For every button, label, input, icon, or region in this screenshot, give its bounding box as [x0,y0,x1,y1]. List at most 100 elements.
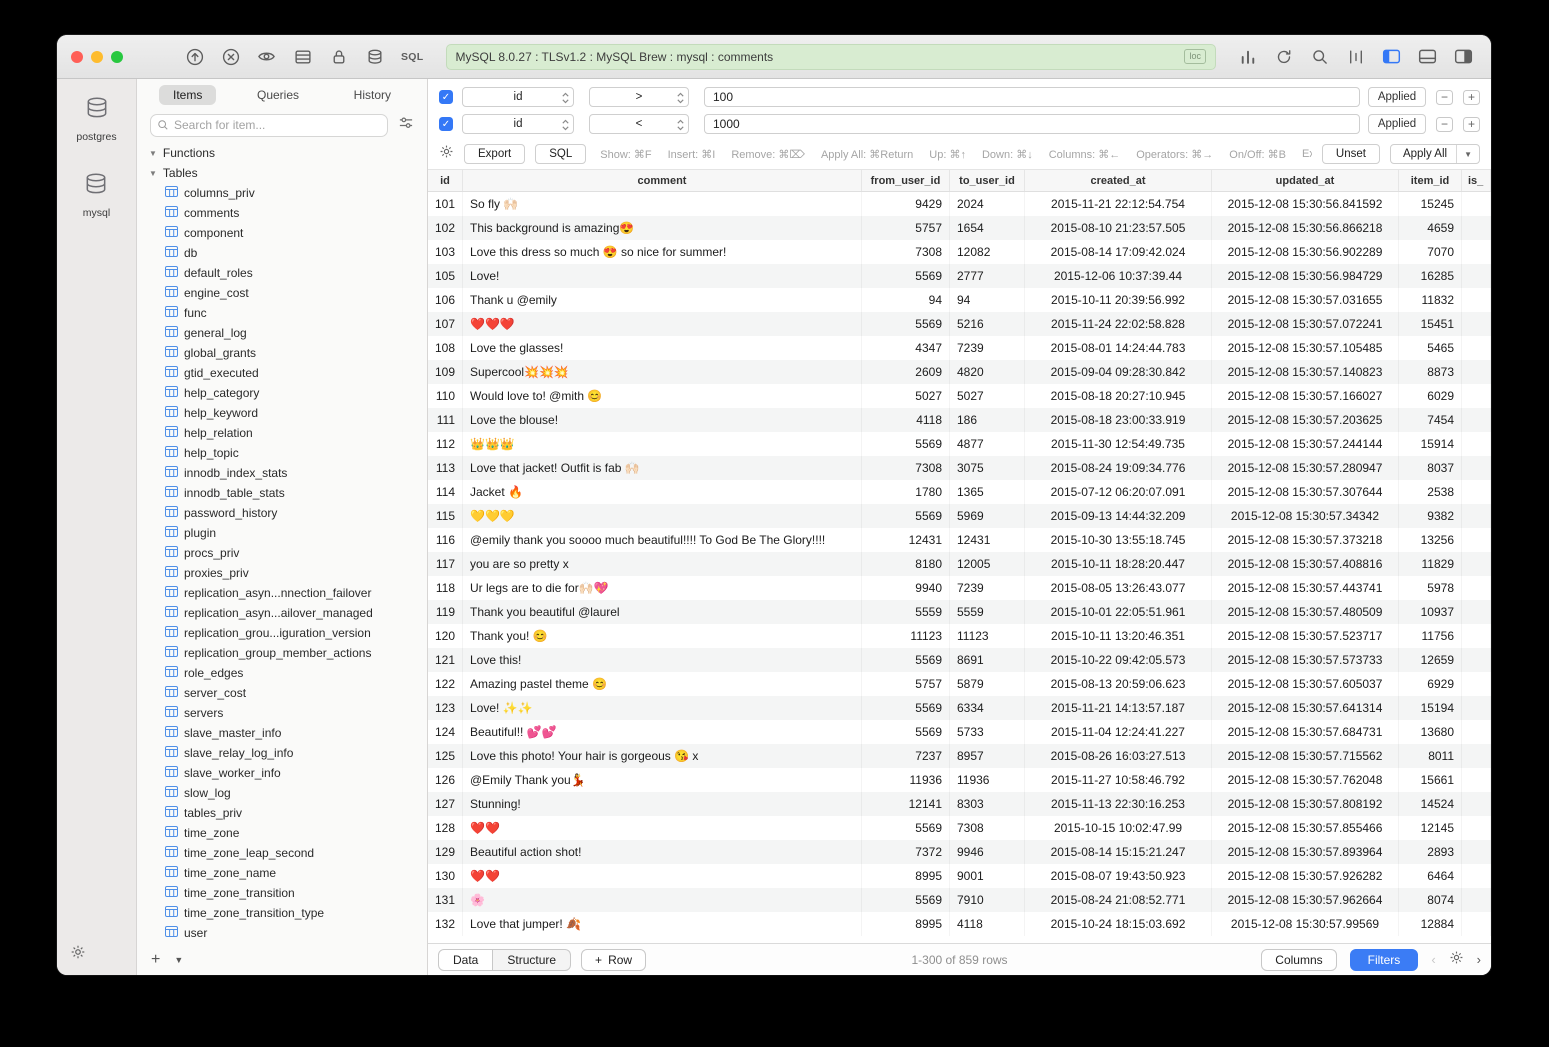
cell-comment[interactable]: 💛💛💛 [463,504,862,528]
cell-from_user_id[interactable]: 5569 [862,816,950,840]
cell-comment[interactable]: Supercool💥💥💥 [463,360,862,384]
cell-updated_at[interactable]: 2015-12-08 15:30:57.244144 [1212,432,1399,456]
toggle-bottom-panel-icon[interactable] [1418,47,1437,66]
cell-updated_at[interactable]: 2015-12-08 15:30:57.34342 [1212,504,1399,528]
cell-from_user_id[interactable]: 11123 [862,624,950,648]
table-row[interactable]: 130❤️❤️899590012015-08-07 19:43:50.92320… [428,864,1491,888]
rows-view-icon[interactable] [293,47,312,66]
database-icon[interactable] [365,47,384,66]
cell-item_id[interactable]: 11756 [1399,624,1462,648]
data-tab-button[interactable]: Data [438,949,493,971]
cell-id[interactable]: 108 [428,336,463,360]
cell-to_user_id[interactable]: 5879 [950,672,1025,696]
sidebar-table-component[interactable]: component [137,223,427,243]
cell-created_at[interactable]: 2015-10-24 18:15:03.692 [1025,912,1212,936]
sidebar-table-password_history[interactable]: password_history [137,503,427,523]
columns-button[interactable]: Columns [1261,949,1336,971]
cell-updated_at[interactable]: 2015-12-08 15:30:57.166027 [1212,384,1399,408]
cell-is_[interactable] [1462,744,1491,768]
cell-updated_at[interactable]: 2015-12-08 15:30:57.762048 [1212,768,1399,792]
cell-item_id[interactable]: 13256 [1399,528,1462,552]
table-row[interactable]: 110Would love to! @mith 😊502750272015-08… [428,384,1491,408]
cell-created_at[interactable]: 2015-08-01 14:24:44.783 [1025,336,1212,360]
cell-created_at[interactable]: 2015-09-04 09:28:30.842 [1025,360,1212,384]
cell-id[interactable]: 115 [428,504,463,528]
filter-applied-button[interactable]: Applied [1368,87,1426,107]
cell-to_user_id[interactable]: 9946 [950,840,1025,864]
cell-to_user_id[interactable]: 3075 [950,456,1025,480]
table-row[interactable]: 116@emily thank you soooo much beautiful… [428,528,1491,552]
table-row[interactable]: 122Amazing pastel theme 😊575758792015-08… [428,672,1491,696]
cell-from_user_id[interactable]: 2609 [862,360,950,384]
cell-is_[interactable] [1462,792,1491,816]
cell-is_[interactable] [1462,912,1491,936]
cell-created_at[interactable]: 2015-12-06 10:37:39.44 [1025,264,1212,288]
table-row[interactable]: 125Love this photo! Your hair is gorgeou… [428,744,1491,768]
cell-created_at[interactable]: 2015-10-22 09:42:05.573 [1025,648,1212,672]
cell-comment[interactable]: Love this dress so much 😍 so nice for su… [463,240,862,264]
cell-created_at[interactable]: 2015-10-15 10:02:47.99 [1025,816,1212,840]
table-row[interactable]: 109Supercool💥💥💥260948202015-09-04 09:28:… [428,360,1491,384]
cell-comment[interactable]: Love! [463,264,862,288]
attach-connection-icon[interactable] [185,47,204,66]
cell-is_[interactable] [1462,528,1491,552]
cell-from_user_id[interactable]: 9429 [862,192,950,216]
cell-item_id[interactable]: 4659 [1399,216,1462,240]
disconnect-icon[interactable] [221,47,240,66]
column-header-from_user_id[interactable]: from_user_id [862,170,950,191]
cell-created_at[interactable]: 2015-11-24 22:02:58.828 [1025,312,1212,336]
cell-is_[interactable] [1462,648,1491,672]
cell-item_id[interactable]: 6464 [1399,864,1462,888]
item-search-box[interactable] [150,114,388,137]
cell-id[interactable]: 122 [428,672,463,696]
table-row[interactable]: 129Beautiful action shot!737299462015-08… [428,840,1491,864]
cell-from_user_id[interactable]: 5569 [862,312,950,336]
cell-item_id[interactable]: 15661 [1399,768,1462,792]
table-row[interactable]: 117you are so pretty x8180120052015-10-1… [428,552,1491,576]
column-header-item_id[interactable]: item_id [1399,170,1462,191]
cell-from_user_id[interactable]: 5569 [862,648,950,672]
filter-applied-button[interactable]: Applied [1368,114,1426,134]
cell-id[interactable]: 124 [428,720,463,744]
cell-from_user_id[interactable]: 12431 [862,528,950,552]
column-header-id[interactable]: id [428,170,463,191]
cell-comment[interactable]: ❤️❤️ [463,816,862,840]
cell-created_at[interactable]: 2015-08-07 19:43:50.923 [1025,864,1212,888]
cell-id[interactable]: 125 [428,744,463,768]
cell-id[interactable]: 132 [428,912,463,936]
cell-item_id[interactable]: 13680 [1399,720,1462,744]
table-row[interactable]: 103Love this dress so much 😍 so nice for… [428,240,1491,264]
cell-to_user_id[interactable]: 6334 [950,696,1025,720]
sidebar-table-replication_asynailover_managed[interactable]: replication_asyn...ailover_managed [137,603,427,623]
cell-updated_at[interactable]: 2015-12-08 15:30:56.866218 [1212,216,1399,240]
cell-item_id[interactable]: 7454 [1399,408,1462,432]
cell-from_user_id[interactable]: 5569 [862,504,950,528]
cell-updated_at[interactable]: 2015-12-08 15:30:57.99569 [1212,912,1399,936]
cell-id[interactable]: 109 [428,360,463,384]
sidebar-table-engine_cost[interactable]: engine_cost [137,283,427,303]
column-header-updated_at[interactable]: updated_at [1212,170,1399,191]
cell-id[interactable]: 131 [428,888,463,912]
chart-icon[interactable] [1238,47,1257,66]
cell-to_user_id[interactable]: 5216 [950,312,1025,336]
cell-to_user_id[interactable]: 12431 [950,528,1025,552]
cell-created_at[interactable]: 2015-11-27 10:58:46.792 [1025,768,1212,792]
cell-to_user_id[interactable]: 94 [950,288,1025,312]
minimize-window-button[interactable] [91,51,103,63]
cell-created_at[interactable]: 2015-08-24 19:09:34.776 [1025,456,1212,480]
cell-id[interactable]: 128 [428,816,463,840]
cell-created_at[interactable]: 2015-08-10 21:23:57.505 [1025,216,1212,240]
cell-is_[interactable] [1462,864,1491,888]
tab-items[interactable]: Items [159,85,216,105]
cell-is_[interactable] [1462,336,1491,360]
table-row[interactable]: 128❤️❤️556973082015-10-15 10:02:47.99201… [428,816,1491,840]
cell-updated_at[interactable]: 2015-12-08 15:30:57.893964 [1212,840,1399,864]
cell-comment[interactable]: Jacket 🔥 [463,480,862,504]
cell-to_user_id[interactable]: 5027 [950,384,1025,408]
cell-to_user_id[interactable]: 8303 [950,792,1025,816]
cell-item_id[interactable]: 8873 [1399,360,1462,384]
sidebar-table-time_zone_leap_second[interactable]: time_zone_leap_second [137,843,427,863]
cell-is_[interactable] [1462,888,1491,912]
cell-updated_at[interactable]: 2015-12-08 15:30:56.984729 [1212,264,1399,288]
sidebar-table-gtid_executed[interactable]: gtid_executed [137,363,427,383]
